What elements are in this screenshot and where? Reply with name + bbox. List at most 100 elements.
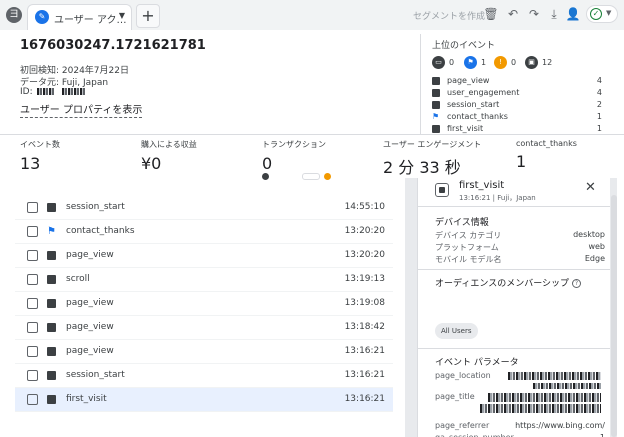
kv-key: page_location: [435, 371, 491, 380]
device-section-title: デバイス情報: [435, 218, 489, 228]
check-status-icon: ✓: [590, 8, 602, 20]
stream-row[interactable]: page_view 13:18:42: [15, 316, 393, 340]
stream-event-name: first_visit: [66, 394, 107, 404]
flag-icon: ⚑: [432, 112, 440, 121]
detail-title: first_visit: [459, 180, 505, 191]
metric-transactions: トランザクション 0: [262, 139, 326, 173]
metric-label: イベント数: [20, 140, 60, 149]
stream-event-time: 13:16:21: [344, 394, 385, 404]
metric-value: ¥0: [141, 154, 162, 173]
top-event-row[interactable]: page_view 4: [432, 76, 602, 87]
summary-count: 0: [511, 58, 517, 67]
stream-event-time: 13:19:08: [344, 298, 385, 308]
web-icon: ▭: [432, 56, 445, 69]
param-kv: page_referrer https://www.bing.com/: [435, 421, 605, 432]
params-section-title: イベント パラメータ: [435, 358, 519, 368]
help-icon[interactable]: ?: [572, 279, 582, 288]
redacted-value: [533, 383, 601, 389]
event-detail-panel: first_visit 13:16:21 | Fuji，Japan ✕ デバイス…: [417, 178, 610, 437]
summary-count: 12: [542, 58, 553, 67]
stream-row-selected[interactable]: first_visit 13:16:21: [15, 388, 393, 412]
kv-value: 1: [600, 433, 605, 437]
event-icon: [432, 101, 440, 109]
view-user-properties-link[interactable]: ユーザー プロパティを表示: [20, 101, 143, 118]
row-checkbox[interactable]: [27, 394, 38, 405]
top-event-row[interactable]: session_start 2: [432, 100, 602, 111]
row-checkbox[interactable]: [27, 274, 38, 285]
chevron-down-icon[interactable]: ▼: [119, 11, 125, 20]
chevron-up-icon[interactable]: [302, 173, 320, 180]
top-event-name: first_visit: [447, 124, 484, 133]
row-checkbox[interactable]: [27, 250, 38, 261]
device-kv: プラットフォーム web: [435, 242, 605, 253]
flag-icon: ⚑: [47, 226, 56, 237]
divider: [0, 134, 624, 135]
stream-row[interactable]: page_view 13:19:08: [15, 292, 393, 316]
divider: [418, 269, 610, 270]
delete-icon[interactable]: 🗑: [482, 5, 500, 23]
event-icon: [47, 395, 56, 404]
metric-user-engagement: ユーザー エンゲージメント 2 分 33 秒: [383, 139, 481, 178]
row-checkbox[interactable]: [27, 202, 38, 213]
row-checkbox[interactable]: [27, 370, 38, 381]
stream-row[interactable]: session_start 14:55:10: [15, 196, 393, 220]
device-kv: モバイル モデル名 Edge: [435, 254, 605, 265]
workspace-icon[interactable]: ヨ: [6, 7, 22, 23]
top-event-name: user_engagement: [447, 88, 520, 97]
top-event-count: 1: [596, 112, 602, 121]
add-tab-button[interactable]: +: [136, 4, 160, 28]
close-icon[interactable]: ✕: [585, 180, 596, 195]
undo-icon[interactable]: ↶: [504, 5, 522, 23]
redacted-value: [508, 372, 601, 380]
kv-key: プラットフォーム: [435, 243, 499, 252]
kv-key: page_referrer: [435, 421, 490, 430]
stream-event-time: 14:55:10: [344, 202, 385, 212]
warning-icon: !: [494, 56, 507, 69]
download-icon[interactable]: ⤓: [545, 5, 563, 23]
pencil-icon: ✎: [35, 10, 49, 24]
device-kv: デバイス カテゴリ desktop: [435, 230, 605, 241]
top-events-summary: ▭ 0 ⚑ 1 ! 0 ▣ 12: [432, 56, 612, 70]
stream-row[interactable]: session_start 13:16:21: [15, 364, 393, 388]
event-icon: [47, 203, 56, 212]
row-checkbox[interactable]: [27, 346, 38, 357]
stream-event-name: session_start: [66, 202, 125, 212]
stream-row[interactable]: page_view 13:20:20: [15, 244, 393, 268]
summary-count: 1: [481, 58, 487, 67]
kv-key: デバイス カテゴリ: [435, 231, 502, 240]
kv-value: desktop: [573, 230, 605, 239]
divider: [418, 206, 610, 207]
row-checkbox[interactable]: [27, 322, 38, 333]
top-event-name: session_start: [447, 100, 500, 109]
row-checkbox[interactable]: [27, 298, 38, 309]
add-user-icon[interactable]: 👤: [564, 5, 582, 23]
metric-value: 13: [20, 154, 41, 173]
top-event-row[interactable]: ⚑ contact_thanks 1: [432, 112, 602, 123]
metric-value: 1: [516, 152, 527, 171]
redo-icon[interactable]: ↷: [525, 5, 543, 23]
detail-scrollbar[interactable]: [611, 195, 617, 437]
stream-event-name: scroll: [66, 274, 90, 284]
event-icon: [432, 77, 440, 85]
event-icon: [432, 125, 440, 133]
row-checkbox[interactable]: [27, 226, 38, 237]
create-segment-button[interactable]: セグメントを作成: [413, 9, 485, 22]
timeline-dot: [262, 173, 269, 180]
status-dropdown[interactable]: ✓ ▼: [586, 5, 618, 23]
audience-chip[interactable]: All Users: [435, 323, 478, 339]
top-event-row[interactable]: user_engagement 4: [432, 88, 602, 99]
tab-user-activity[interactable]: ✎ ユーザー アク… ▼: [27, 4, 132, 30]
event-icon: [47, 275, 56, 284]
metric-label: トランザクション: [262, 140, 326, 149]
stream-event-time: 13:19:13: [344, 274, 385, 284]
audience-section-title: オーディエンスのメンバーシップ?: [435, 276, 582, 289]
top-event-count: 4: [596, 76, 602, 85]
timeline-markers: [262, 173, 332, 183]
stream-event-time: 13:16:21: [344, 346, 385, 356]
stream-row[interactable]: page_view 13:16:21: [15, 340, 393, 364]
stream-row[interactable]: scroll 13:19:13: [15, 268, 393, 292]
redacted-id-part: [61, 88, 86, 95]
stream-row[interactable]: ⚑ contact_thanks 13:20:20: [15, 220, 393, 244]
user-explorer-content: 1676030247.1721621781 初回検知: 2024年7月22日 デ…: [0, 30, 624, 437]
user-id-title: 1676030247.1721621781: [20, 38, 206, 53]
